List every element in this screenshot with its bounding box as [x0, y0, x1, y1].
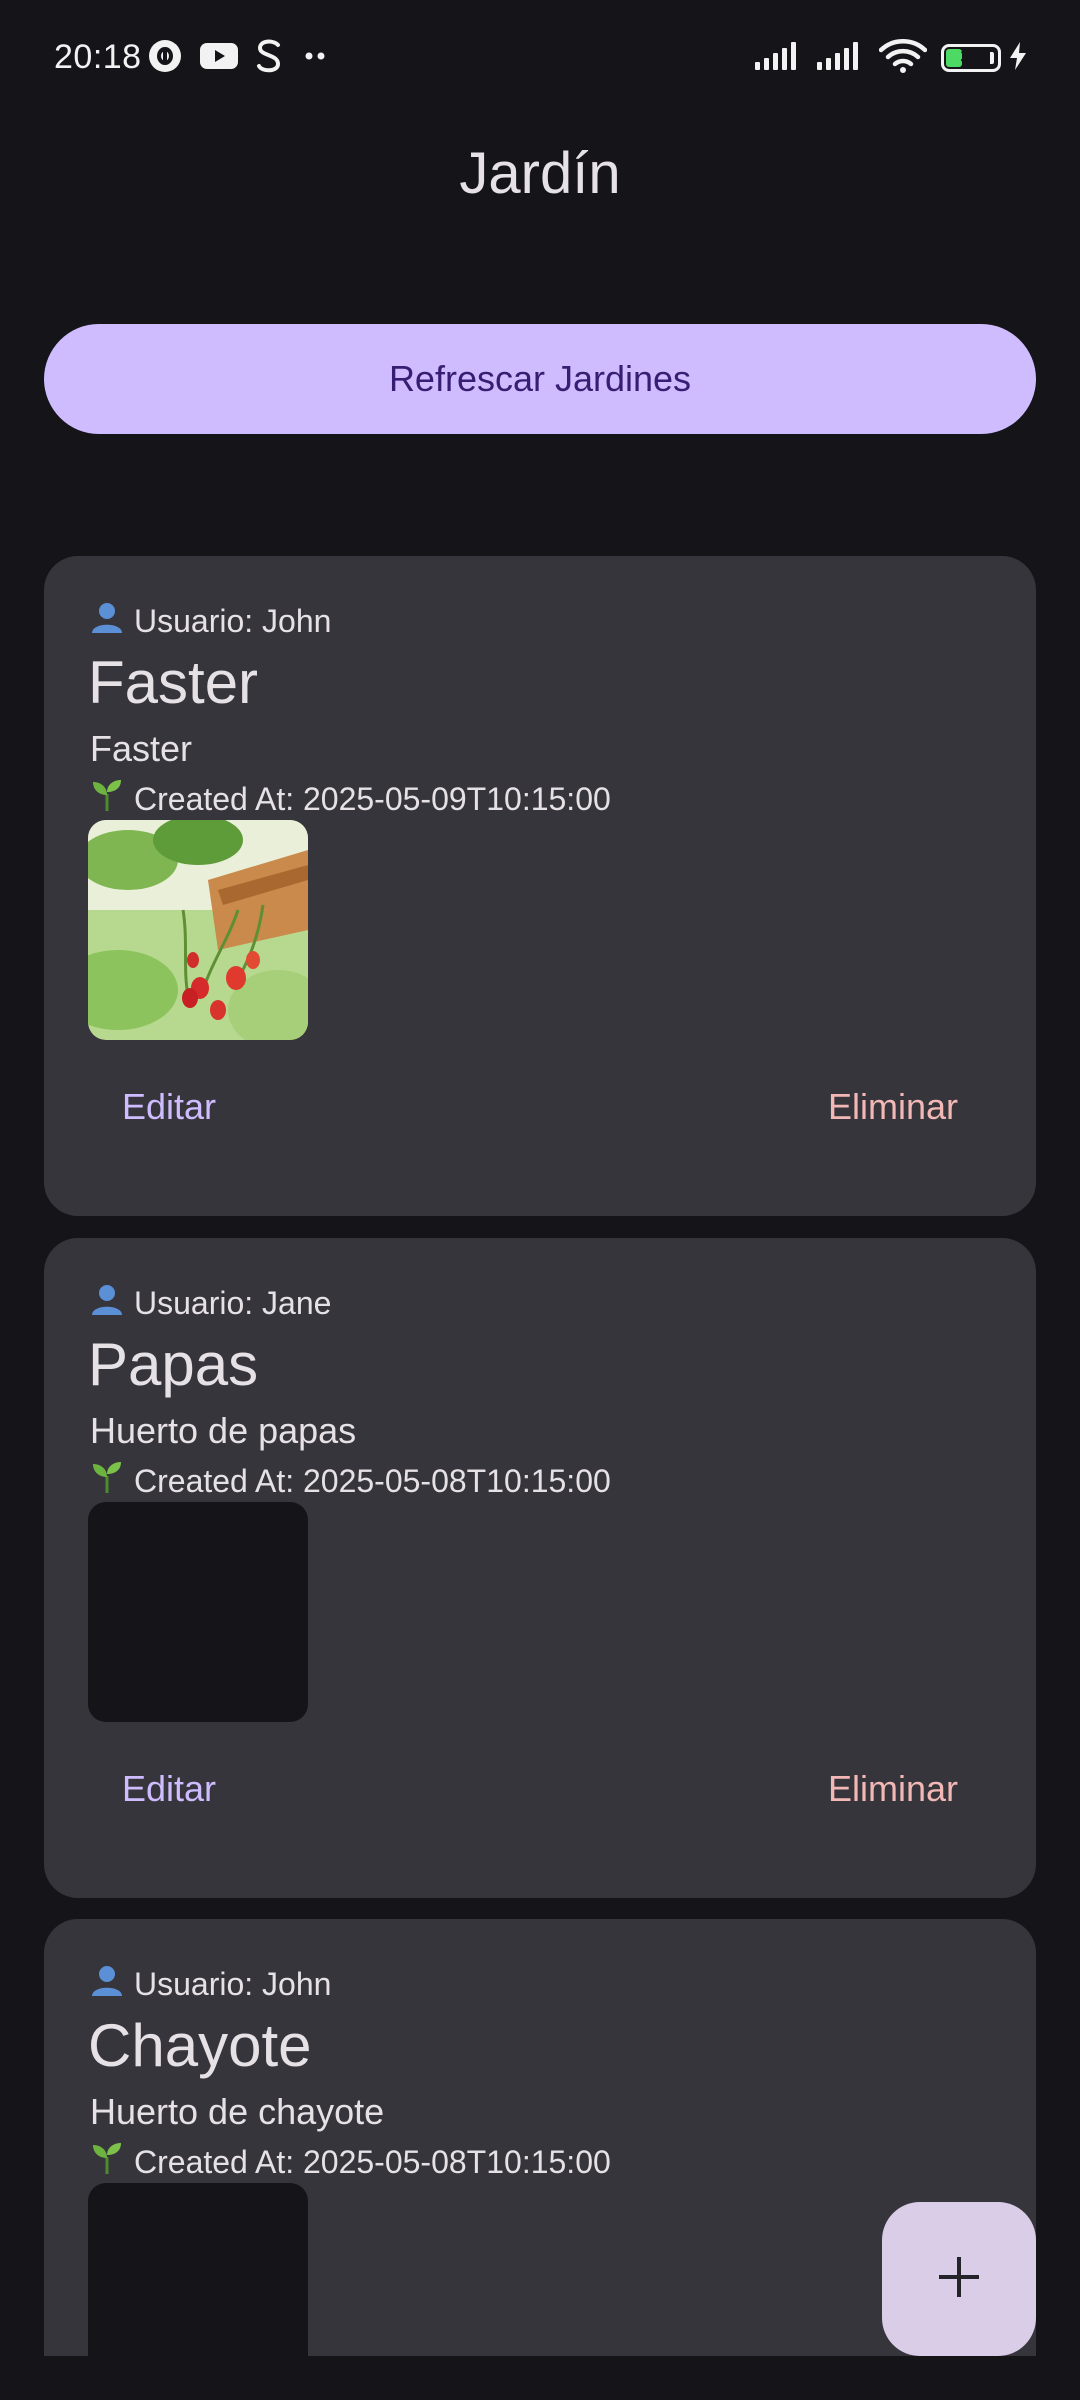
refresh-gardens-button[interactable]: Refrescar Jardines: [44, 324, 1036, 434]
card-user: Usuario: John: [90, 1963, 331, 2005]
notification-icons: [148, 38, 330, 78]
created-label: Created At: 2025-05-08T10:15:00: [134, 2143, 611, 2180]
s-icon: [256, 38, 282, 79]
seedling-icon: [90, 1460, 124, 1502]
system-icons: 30: [755, 36, 1028, 80]
garden-image: [88, 820, 308, 1040]
created-label: Created At: 2025-05-09T10:15:00: [134, 780, 611, 817]
user-icon: [90, 1282, 124, 1324]
created-label: Created At: 2025-05-08T10:15:00: [134, 1462, 611, 1499]
threads-icon: [148, 39, 182, 78]
user-label: Usuario: John: [134, 1965, 332, 2002]
status-bar: 20:18 30: [0, 0, 1080, 120]
page-title: Jardín: [459, 141, 621, 206]
garden-description: Huerto de papas: [90, 1410, 357, 1451]
card-created: Created At: 2025-05-08T10:15:00: [90, 1460, 611, 1502]
garden-title: Chayote: [88, 2012, 312, 2079]
user-icon: [90, 600, 124, 642]
signal-icon: [755, 41, 803, 76]
edit-button[interactable]: Editar: [122, 1768, 216, 1810]
delete-button[interactable]: Eliminar: [828, 1768, 958, 1810]
edit-button[interactable]: Editar: [122, 1086, 216, 1128]
battery-level: 30: [960, 47, 982, 68]
card-created: Created At: 2025-05-09T10:15:00: [90, 778, 611, 820]
user-icon: [90, 1963, 124, 2005]
user-label: Usuario: John: [134, 602, 332, 639]
card-user: Usuario: Jane: [90, 1282, 331, 1324]
youtube-icon: [200, 41, 238, 76]
garden-image: [88, 1502, 308, 1722]
garden-description: Huerto de chayote: [90, 2091, 385, 2132]
seedling-icon: [90, 2141, 124, 2183]
signal-icon: [817, 41, 865, 76]
plus-icon: [937, 2255, 981, 2304]
delete-button[interactable]: Eliminar: [828, 1086, 958, 1128]
card-user: Usuario: John: [90, 600, 331, 642]
navigation-bar: [0, 2356, 1080, 2400]
wifi-icon: [878, 38, 928, 78]
charging-icon: [1008, 41, 1028, 76]
garden-card: Usuario: John Faster Faster Created At: …: [44, 556, 1036, 1216]
garden-title: Papas: [88, 1331, 259, 1398]
user-label: Usuario: Jane: [134, 1284, 332, 1321]
card-created: Created At: 2025-05-08T10:15:00: [90, 2141, 611, 2183]
battery-icon: 30: [941, 44, 1001, 72]
add-garden-button[interactable]: [882, 2202, 1036, 2356]
garden-description: Faster: [90, 728, 193, 769]
garden-title: Faster: [88, 649, 259, 716]
more-dots-icon: [300, 49, 330, 67]
garden-card: Usuario: Jane Papas Huerto de papas Crea…: [44, 1238, 1036, 1898]
seedling-icon: [90, 778, 124, 820]
status-time: 20:18: [54, 38, 142, 76]
